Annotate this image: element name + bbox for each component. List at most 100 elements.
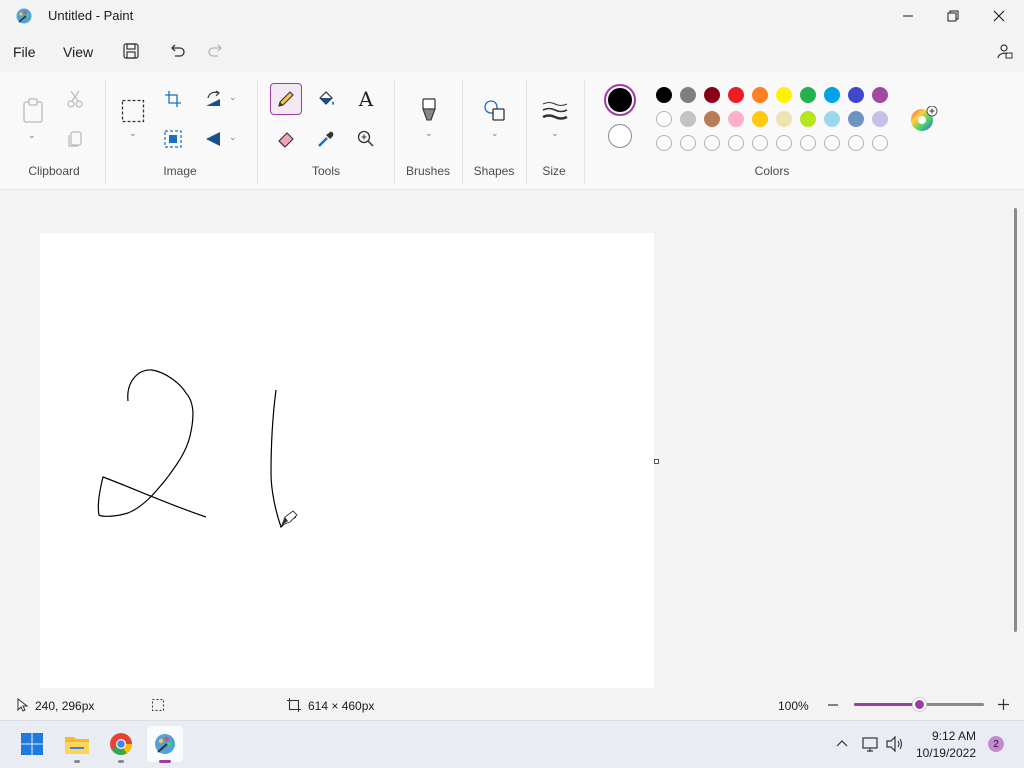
color-picker-tool[interactable] bbox=[310, 123, 342, 155]
cut-icon[interactable] bbox=[66, 90, 84, 108]
selection-size-icon bbox=[152, 699, 164, 711]
notification-badge[interactable]: 2 bbox=[988, 736, 1004, 752]
crop-icon[interactable] bbox=[164, 90, 182, 108]
custom-color-slot[interactable] bbox=[680, 135, 696, 151]
secondary-color-button[interactable] bbox=[608, 124, 632, 148]
custom-color-slot[interactable] bbox=[800, 135, 816, 151]
color-swatch[interactable] bbox=[848, 111, 864, 127]
zoom-slider-thumb[interactable] bbox=[913, 698, 926, 711]
custom-color-slot[interactable] bbox=[728, 135, 744, 151]
rotate-icon[interactable] bbox=[204, 90, 222, 108]
menu-file[interactable]: File bbox=[13, 44, 36, 60]
brushes-chevron-icon[interactable]: ⌄ bbox=[425, 128, 433, 139]
image-group-label: Image bbox=[163, 164, 197, 178]
zoom-out-icon[interactable] bbox=[827, 699, 839, 711]
canvas-resize-handle[interactable] bbox=[654, 459, 659, 464]
network-icon[interactable] bbox=[862, 736, 880, 752]
color-swatch[interactable] bbox=[800, 111, 816, 127]
text-tool[interactable]: A bbox=[350, 83, 382, 115]
colors-group-label: Colors bbox=[754, 164, 790, 178]
undo-icon[interactable] bbox=[168, 42, 186, 60]
save-icon[interactable] bbox=[122, 42, 140, 60]
zoom-in-icon[interactable] bbox=[997, 698, 1010, 711]
color-swatch[interactable] bbox=[776, 87, 792, 103]
minimize-button[interactable] bbox=[885, 0, 931, 32]
select-chevron-icon[interactable]: ⌄ bbox=[129, 128, 137, 139]
brush-icon[interactable] bbox=[419, 97, 439, 123]
custom-color-slot[interactable] bbox=[656, 135, 672, 151]
drawing-canvas[interactable] bbox=[40, 233, 654, 688]
paste-chevron-icon[interactable]: ⌄ bbox=[28, 130, 36, 141]
running-indicator bbox=[118, 760, 124, 763]
taskbar-file-explorer[interactable] bbox=[59, 726, 95, 762]
eyedropper-icon bbox=[318, 131, 334, 147]
canvas-drawing bbox=[97, 369, 298, 529]
pointer-icon bbox=[17, 698, 28, 712]
cursor-position: 240, 296px bbox=[35, 699, 95, 713]
eraser-tool[interactable] bbox=[270, 123, 302, 155]
zoom-slider-track[interactable] bbox=[854, 698, 984, 711]
color-swatch[interactable] bbox=[728, 111, 744, 127]
fill-bucket-icon bbox=[319, 91, 334, 105]
close-button[interactable] bbox=[976, 0, 1022, 32]
shapes-icon[interactable] bbox=[483, 99, 507, 123]
color-swatch[interactable] bbox=[872, 87, 888, 103]
flip-chevron-icon[interactable]: ⌄ bbox=[229, 132, 237, 143]
select-icon[interactable] bbox=[121, 99, 145, 123]
flip-icon[interactable] bbox=[204, 130, 222, 148]
color-swatch[interactable] bbox=[728, 87, 744, 103]
pencil-tool[interactable] bbox=[270, 83, 302, 115]
color-swatch[interactable] bbox=[848, 87, 864, 103]
resize-icon[interactable] bbox=[164, 130, 182, 148]
custom-color-slot[interactable] bbox=[824, 135, 840, 151]
color-swatch[interactable] bbox=[704, 87, 720, 103]
active-app-indicator bbox=[159, 760, 171, 763]
custom-color-slot[interactable] bbox=[872, 135, 888, 151]
color-swatch[interactable] bbox=[872, 111, 888, 127]
fill-tool[interactable] bbox=[310, 83, 342, 115]
clock-date[interactable]: 10/19/2022 bbox=[912, 746, 976, 760]
volume-icon[interactable] bbox=[886, 736, 904, 752]
color-swatch[interactable] bbox=[680, 87, 696, 103]
color-swatch[interactable] bbox=[824, 87, 840, 103]
custom-color-slot[interactable] bbox=[776, 135, 792, 151]
color-swatch[interactable] bbox=[800, 87, 816, 103]
chevron-up-icon[interactable] bbox=[836, 738, 848, 750]
ribbon-separator bbox=[105, 80, 106, 184]
size-group-label: Size bbox=[542, 164, 566, 178]
menu-view[interactable]: View bbox=[63, 44, 93, 60]
eraser-icon bbox=[278, 132, 294, 148]
custom-color-slot[interactable] bbox=[704, 135, 720, 151]
color-swatch[interactable] bbox=[656, 87, 672, 103]
edit-colors-icon[interactable] bbox=[910, 106, 938, 134]
rotate-chevron-icon[interactable]: ⌄ bbox=[229, 92, 237, 103]
color-swatch[interactable] bbox=[704, 111, 720, 127]
clock-time[interactable]: 9:12 AM bbox=[912, 729, 976, 743]
share-icon[interactable] bbox=[995, 42, 1013, 60]
vertical-scrollbar[interactable] bbox=[1014, 208, 1017, 632]
ribbon-separator bbox=[526, 80, 527, 184]
shapes-chevron-icon[interactable]: ⌄ bbox=[491, 128, 499, 139]
magnifier-tool[interactable] bbox=[350, 123, 382, 155]
custom-color-slot[interactable] bbox=[848, 135, 864, 151]
copy-icon[interactable] bbox=[67, 130, 83, 148]
primary-color-button[interactable] bbox=[604, 84, 636, 116]
start-button[interactable] bbox=[14, 726, 50, 762]
redo-icon[interactable] bbox=[207, 42, 225, 60]
zoom-level[interactable]: 100% bbox=[778, 699, 809, 713]
taskbar-chrome[interactable] bbox=[103, 726, 139, 762]
color-swatch[interactable] bbox=[776, 111, 792, 127]
color-swatch[interactable] bbox=[824, 111, 840, 127]
stroke-size-icon[interactable] bbox=[542, 101, 568, 121]
size-chevron-icon[interactable]: ⌄ bbox=[551, 128, 559, 139]
custom-color-slot[interactable] bbox=[752, 135, 768, 151]
zoom-slider-fill bbox=[854, 703, 919, 706]
paste-icon[interactable] bbox=[22, 98, 44, 124]
color-swatch[interactable] bbox=[752, 111, 768, 127]
chrome-icon bbox=[110, 733, 132, 755]
color-swatch[interactable] bbox=[752, 87, 768, 103]
color-swatch[interactable] bbox=[656, 111, 672, 127]
color-swatch[interactable] bbox=[680, 111, 696, 127]
taskbar-paint[interactable] bbox=[147, 726, 183, 762]
maximize-button[interactable] bbox=[930, 0, 976, 32]
